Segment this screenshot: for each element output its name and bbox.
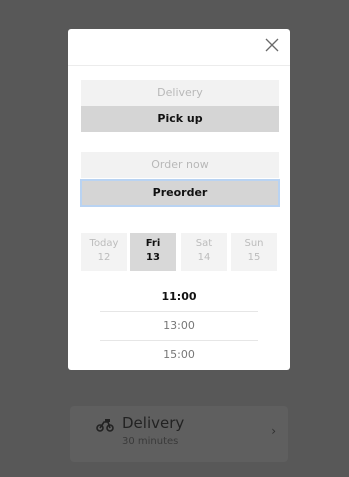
delivery-option-button[interactable]: Delivery [81,80,279,106]
preorder-button[interactable]: Preorder [80,179,280,207]
day-number: 14 [197,252,211,263]
delivery-card-title: Delivery [122,414,185,432]
order-now-button[interactable]: Order now [81,152,279,178]
day-sat[interactable]: Sat 14 [181,233,227,271]
day-number: 15 [247,252,261,263]
scooter-icon [96,419,114,432]
day-name: Sun [244,238,264,249]
close-icon[interactable] [264,37,280,53]
day-today[interactable]: Today 12 [81,233,127,271]
time-slot-1100[interactable]: 11:00 [100,283,258,312]
pickup-option-button[interactable]: Pick up [81,106,279,132]
day-number: 12 [97,252,111,263]
day-name: Fri [145,238,161,249]
delivery-card[interactable]: Delivery 30 minutes › [70,406,288,462]
day-number: 13 [146,252,160,263]
day-name: Today [89,238,119,249]
delivery-card-subtitle: 30 minutes [122,436,179,447]
order-options-modal: Delivery Pick up Order now Preorder Toda… [68,29,290,370]
day-sun[interactable]: Sun 15 [231,233,277,271]
chevron-right-icon: › [271,424,276,438]
time-slot-1500[interactable]: 15:00 [100,341,258,369]
day-name: Sat [195,238,213,249]
modal-header [68,29,290,66]
day-fri[interactable]: Fri 13 [130,233,176,271]
time-slot-1300[interactable]: 13:00 [100,312,258,341]
